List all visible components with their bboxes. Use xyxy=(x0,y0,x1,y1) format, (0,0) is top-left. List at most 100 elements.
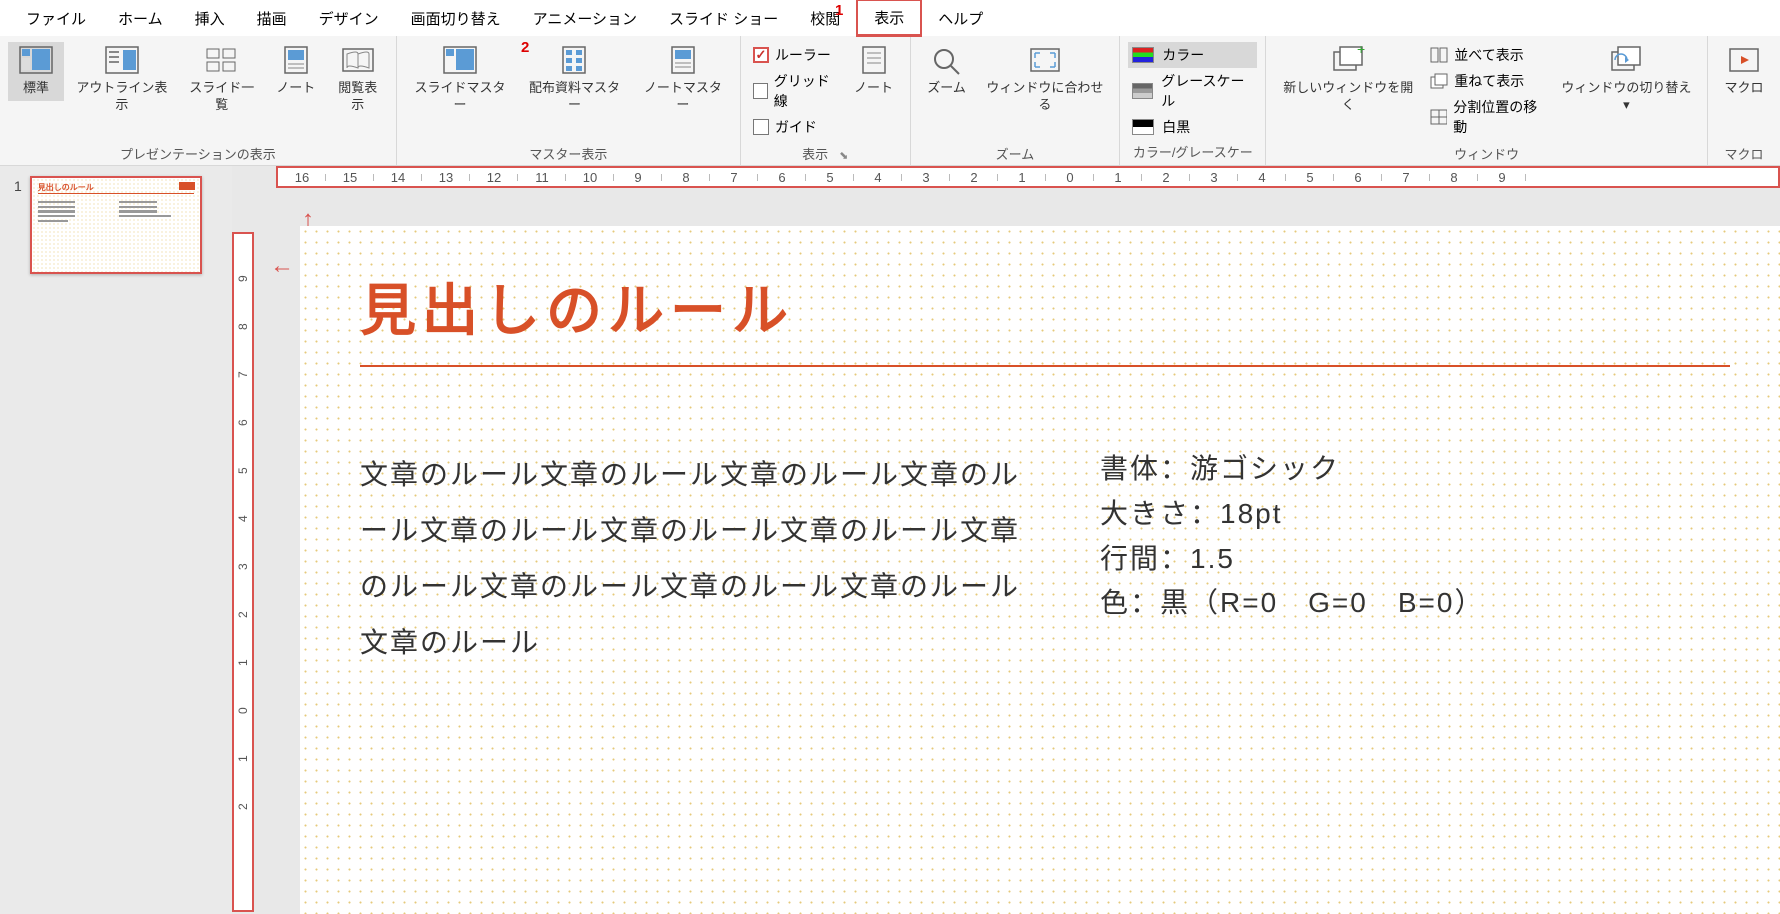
ruler-tick: 3 xyxy=(902,170,950,185)
thumb-badge xyxy=(179,182,195,190)
menu-tab-1[interactable]: ホーム xyxy=(102,2,179,35)
callout-marker-1: 1 xyxy=(835,2,843,19)
group-label: ズーム xyxy=(919,142,1112,163)
thumbnail-panel: 1 見出しのルール xyxy=(0,166,232,914)
switch-windows-button[interactable]: ウィンドウの切り替え ▾ xyxy=(1554,42,1699,118)
notes-page-icon xyxy=(279,46,313,76)
new-window-icon: + xyxy=(1331,46,1365,76)
dialog-launcher-icon[interactable]: ⬊ xyxy=(828,150,848,162)
ruler-tick: 4 xyxy=(1238,170,1286,185)
menu-tab-10[interactable]: ヘルプ xyxy=(922,2,999,35)
ruler-tick: 5 xyxy=(1286,170,1334,185)
vertical-ruler-area: 987654321012 xyxy=(232,190,258,914)
ruler-tick: 4 xyxy=(236,474,250,522)
color-button[interactable]: カラー xyxy=(1128,42,1257,68)
gridlines-checkbox[interactable]: グリッド線 xyxy=(749,68,842,114)
menu-tab-3[interactable]: 描画 xyxy=(241,2,303,35)
notes-button[interactable]: ノート xyxy=(846,42,902,101)
reading-icon xyxy=(341,46,375,76)
ruler-tick: 7 xyxy=(710,170,758,185)
reading-view-button[interactable]: 閲覧表示 xyxy=(328,42,388,118)
slide-sorter-button[interactable]: スライド一覧 xyxy=(180,42,264,118)
ruler-tick: 1 xyxy=(1094,170,1142,185)
ruler-checkbox[interactable]: ルーラー xyxy=(749,42,842,68)
split-icon xyxy=(1430,109,1447,125)
arrange-all-button[interactable]: 並べて表示 xyxy=(1426,42,1550,68)
ribbon: 標準 アウトライン表示 スライド一覧 ノート 閲覧表示 プレゼンテーションの表示 xyxy=(0,36,1780,166)
ruler-tick: 0 xyxy=(1046,170,1094,185)
color-swatch-icon xyxy=(1132,47,1154,63)
fit-window-button[interactable]: ウィンドウに合わせる xyxy=(979,42,1112,118)
notes-master-icon xyxy=(666,46,700,76)
slide-title[interactable]: 見出しのルール xyxy=(360,266,1730,347)
menu-bar: ファイルホーム挿入描画デザイン画面切り替えアニメーションスライド ショー校閲表示… xyxy=(0,0,1780,36)
guides-checkbox[interactable]: ガイド xyxy=(749,114,842,140)
ruler-tick: 9 xyxy=(1478,170,1526,185)
menu-tab-2[interactable]: 挿入 xyxy=(179,2,241,35)
handout-master-button[interactable]: 配布資料マスター xyxy=(519,42,630,118)
slide-canvas[interactable]: 見出しのルール 文章のルール文章のルール文章のルール文章のルール文章のルール文章… xyxy=(300,226,1780,914)
switch-icon xyxy=(1609,46,1643,76)
checked-icon xyxy=(753,47,769,63)
gray-swatch-icon xyxy=(1132,83,1153,99)
notes-master-button[interactable]: ノートマスター xyxy=(634,42,732,118)
zoom-button[interactable]: ズーム xyxy=(919,42,975,101)
ruler-tick: 1 xyxy=(236,618,250,666)
menu-tab-9[interactable]: 表示 xyxy=(856,0,922,37)
ruler-tick: 3 xyxy=(1190,170,1238,185)
slide-body-text[interactable]: 文章のルール文章のルール文章のルール文章のルール文章のルール文章のルール文章のル… xyxy=(360,447,1040,671)
ruler-tick: 8 xyxy=(1430,170,1478,185)
fit-icon xyxy=(1028,46,1062,76)
group-presentation-views: 標準 アウトライン表示 スライド一覧 ノート 閲覧表示 プレゼンテーションの表示 xyxy=(0,36,397,165)
horizontal-ruler[interactable]: 161514131211109876543210123456789 xyxy=(276,166,1780,188)
ruler-tick: 1 xyxy=(998,170,1046,185)
menu-tab-8[interactable]: 校閲 xyxy=(794,2,856,35)
thumb-title: 見出しのルール xyxy=(38,182,194,194)
bw-swatch-icon xyxy=(1132,119,1154,135)
menu-tab-6[interactable]: アニメーション xyxy=(517,2,653,35)
notes-page-button[interactable]: ノート xyxy=(268,42,324,101)
outline-view-button[interactable]: アウトライン表示 xyxy=(68,42,176,118)
slide-spec-text[interactable]: 書体：游ゴシック 大きさ：18pt 行間：1.5 色：黒（R=0 G=0 B=0… xyxy=(1100,447,1484,671)
sorter-icon xyxy=(205,46,239,76)
macro-button[interactable]: マクロ xyxy=(1716,42,1772,101)
ruler-tick: 15 xyxy=(326,170,374,185)
blackwhite-button[interactable]: 白黒 xyxy=(1128,114,1257,140)
group-label: マスター表示 xyxy=(405,142,732,163)
move-split-button[interactable]: 分割位置の移動 xyxy=(1426,94,1550,140)
menu-tab-4[interactable]: デザイン xyxy=(303,2,395,35)
arrange-icon xyxy=(1430,47,1448,63)
ruler-tick: 2 xyxy=(236,762,250,810)
ruler-tick: 13 xyxy=(422,170,470,185)
grayscale-button[interactable]: グレースケール xyxy=(1128,68,1257,114)
cascade-button[interactable]: 重ねて表示 xyxy=(1426,68,1550,94)
ruler-tick: 6 xyxy=(1334,170,1382,185)
menu-tab-0[interactable]: ファイル xyxy=(10,2,102,35)
group-label: マクロ xyxy=(1716,142,1772,163)
arrow-left-icon: ← xyxy=(270,252,294,280)
normal-view-icon xyxy=(19,46,53,76)
group-macro: マクロ マクロ xyxy=(1708,36,1780,165)
cascade-icon xyxy=(1430,73,1448,89)
slide-master-button[interactable]: スライドマスター xyxy=(405,42,516,118)
ruler-tick: 0 xyxy=(236,666,250,714)
slide-thumbnail[interactable]: 見出しのルール xyxy=(30,176,202,274)
ruler-tick: 5 xyxy=(806,170,854,185)
new-window-button[interactable]: + 新しいウィンドウを開く xyxy=(1274,42,1422,118)
slide-master-icon xyxy=(443,46,477,76)
ruler-tick: 2 xyxy=(1142,170,1190,185)
ruler-tick: 8 xyxy=(236,282,250,330)
group-show: ルーラー グリッド線 ガイド ノート 表示 ⬊ xyxy=(741,36,911,165)
menu-tab-5[interactable]: 画面切り替え xyxy=(395,2,517,35)
ruler-tick: 11 xyxy=(518,170,566,185)
vertical-ruler[interactable]: 987654321012 xyxy=(232,232,254,912)
menu-tab-7[interactable]: スライド ショー xyxy=(653,2,794,35)
zoom-icon xyxy=(930,46,964,76)
group-label: ウィンドウ xyxy=(1274,142,1699,163)
ruler-tick: 4 xyxy=(854,170,902,185)
ruler-tick: 2 xyxy=(236,570,250,618)
ruler-tick: 9 xyxy=(614,170,662,185)
normal-view-button[interactable]: 標準 xyxy=(8,42,64,101)
ruler-tick: 16 xyxy=(278,170,326,185)
workspace: 1 見出しのルール 161514131211109876543210123456… xyxy=(0,166,1780,914)
